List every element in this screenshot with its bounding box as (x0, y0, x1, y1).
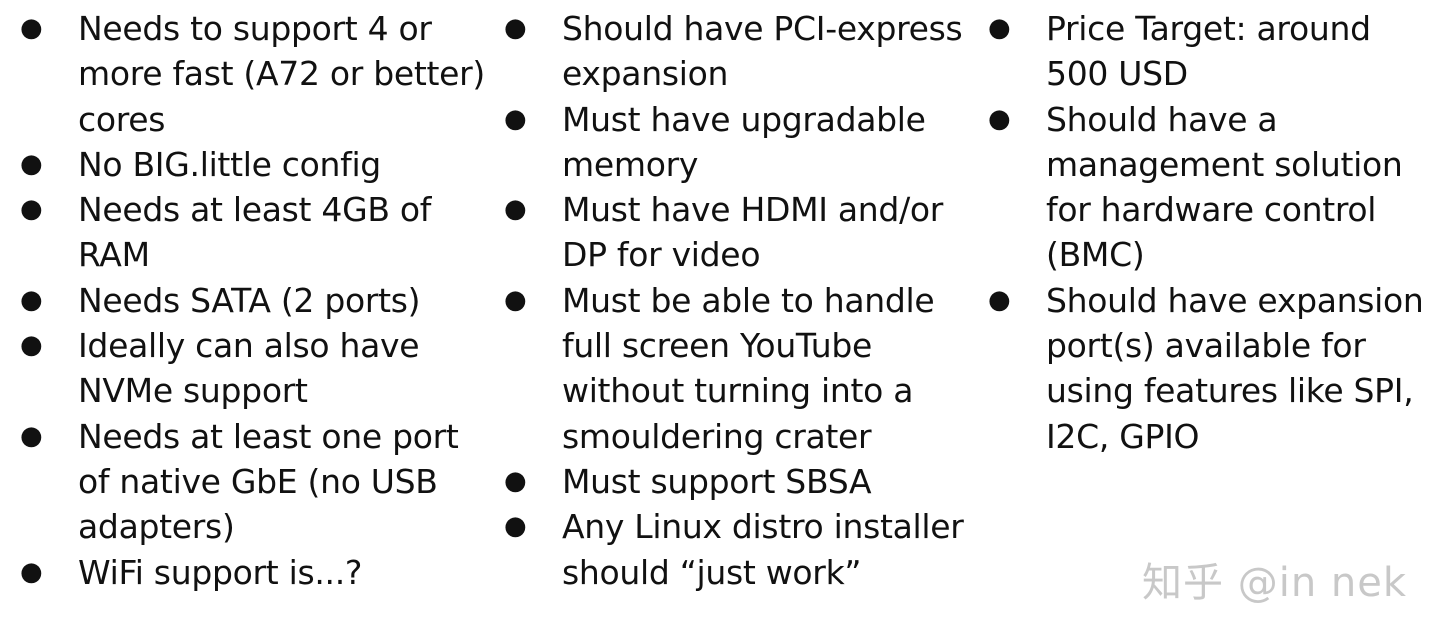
bullet-icon: ● (20, 194, 43, 225)
list-item-text: Must be able to handle full screen YouTu… (562, 280, 935, 456)
bullet-icon: ● (20, 556, 43, 587)
list-item-text: Any Linux distro installer should “just … (562, 507, 964, 592)
list-item: ● Price Target: around 500 USD (986, 6, 1436, 97)
list-item-text: Must have upgradable memory (562, 99, 926, 184)
list-item-text: Ideally can also have NVMe support (78, 326, 420, 411)
list-item-text: Needs to support 4 or more fast (A72 or … (78, 9, 485, 139)
list-item-text: Should have a management solution for ha… (1046, 99, 1403, 275)
bullet-icon: ● (988, 103, 1011, 134)
list-item: ● Must have HDMI and/or DP for video (502, 187, 972, 278)
list-item: ● Must support SBSA (502, 459, 972, 504)
bullet-icon: ● (504, 13, 527, 43)
list-item-text: Needs at least one port of native GbE (n… (78, 416, 459, 547)
list-item-text: Needs SATA (2 ports) (78, 280, 421, 320)
bullet-icon: ● (504, 465, 527, 496)
list-item-text: Must have HDMI and/or DP for video (562, 190, 944, 275)
list-item: ● Must have upgradable memory (502, 97, 972, 188)
bullet-icon: ● (20, 420, 43, 451)
bullet-icon: ● (20, 284, 43, 315)
list-item: ● Should have PCI-express expansion (502, 6, 972, 97)
list-item-text: No BIG.little config (78, 144, 381, 184)
bullet-icon: ● (20, 330, 43, 361)
bullet-icon: ● (504, 284, 527, 315)
list-item: ● Must be able to handle full screen YouT… (502, 278, 972, 459)
bullet-icon: ● (504, 194, 527, 225)
list-item: ● Ideally can also have NVMe support (18, 323, 488, 414)
list-item: ● Needs SATA (2 ports) (18, 278, 488, 323)
list-item-text: Should have expansion port(s) available … (1046, 280, 1424, 456)
requirements-column-3: ● Price Target: around 500 USD ● Should ha… (986, 6, 1436, 459)
list-item-text: Should have PCI-express expansion (562, 9, 963, 94)
bullet-icon: ● (988, 13, 1011, 43)
list-item: ● Any Linux distro installer should “just… (502, 504, 972, 595)
requirements-columns: ● Needs to support 4 or more fast (A72 or… (0, 0, 1440, 641)
list-item: ● WiFi support is...? (18, 550, 488, 595)
bullet-icon: ● (504, 103, 527, 134)
list-item-text: Needs at least 4GB of RAM (78, 190, 432, 275)
list-item: ● Needs to support 4 or more fast (A72 or… (18, 6, 488, 142)
list-item-text: WiFi support is...? (78, 552, 363, 592)
list-item: ● Should have expansion port(s) available… (986, 278, 1436, 459)
list-item: ● Needs at least 4GB of RAM (18, 187, 488, 278)
list-item-text: Price Target: around 500 USD (1046, 9, 1371, 94)
bullet-icon: ● (20, 148, 43, 179)
list-item: ● Needs at least one port of native GbE (… (18, 414, 488, 550)
list-item: ● No BIG.little config (18, 142, 488, 187)
bullet-icon: ● (988, 284, 1011, 315)
bullet-icon: ● (504, 511, 527, 542)
list-item-text: Must support SBSA (562, 461, 872, 501)
requirements-column-2: ● Should have PCI-express expansion ● Must… (502, 6, 972, 595)
bullet-icon: ● (20, 13, 43, 43)
watermark: 知乎 @in nek (1142, 560, 1408, 606)
requirements-column-1: ● Needs to support 4 or more fast (A72 or… (18, 6, 488, 595)
list-item: ● Should have a management solution for h… (986, 97, 1436, 278)
